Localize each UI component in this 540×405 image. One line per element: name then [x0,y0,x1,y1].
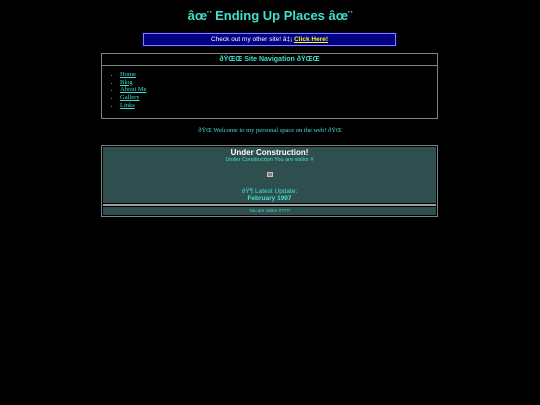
nav-link-links[interactable]: Links [120,102,135,109]
nav-link-about[interactable]: About Me [120,86,147,93]
other-site-link[interactable]: Click Here! [294,36,328,43]
nav-link-gallery[interactable]: Gallery [120,94,140,101]
site-title: âœ¨ Ending Up Places âœ¨ [187,8,353,23]
latest-update-label: ðŸ¶ Latest Update: [241,188,298,195]
nav-item-about: About Me [120,86,437,94]
construction-image-alt: Under Construction [225,157,273,163]
construction-title: Under Construction! [230,148,309,157]
site-navigation: ðŸŒŒ Site Navigation ðŸŒŒ Home Blog Abou… [101,53,438,119]
welcome-message: ðŸŒ Welcome to my personal space on the … [198,127,342,134]
other-site-text: Check out my other site! â‡¡ [210,36,295,43]
construction-content: Under Construction! Under Construction Y… [103,147,436,203]
construction-line: Under Construction You are visitor # [103,157,436,164]
nav-link-blog[interactable]: Blog [120,79,133,86]
nav-item-home: Home [120,71,437,79]
nav-item-links: Links [120,102,437,110]
nav-link-home[interactable]: Home [120,71,136,78]
construction-panel: Under Construction! Under Construction Y… [101,145,438,217]
latest-update-date: February 1997 [247,195,292,202]
visitor-counter-text: You are visitor # [274,157,314,163]
panel-divider [103,204,436,206]
nav-list: Home Blog About Me Gallery Links [102,71,437,109]
footer-visitor-counter: You are visitor #???! [103,207,436,215]
nav-item-blog: Blog [120,79,437,87]
broken-image-icon [103,164,436,182]
nav-header: ðŸŒŒ Site Navigation ðŸŒŒ [102,54,437,66]
nav-item-gallery: Gallery [120,94,437,102]
other-site-banner: Check out my other site! â‡¡ Click Here! [143,33,396,46]
